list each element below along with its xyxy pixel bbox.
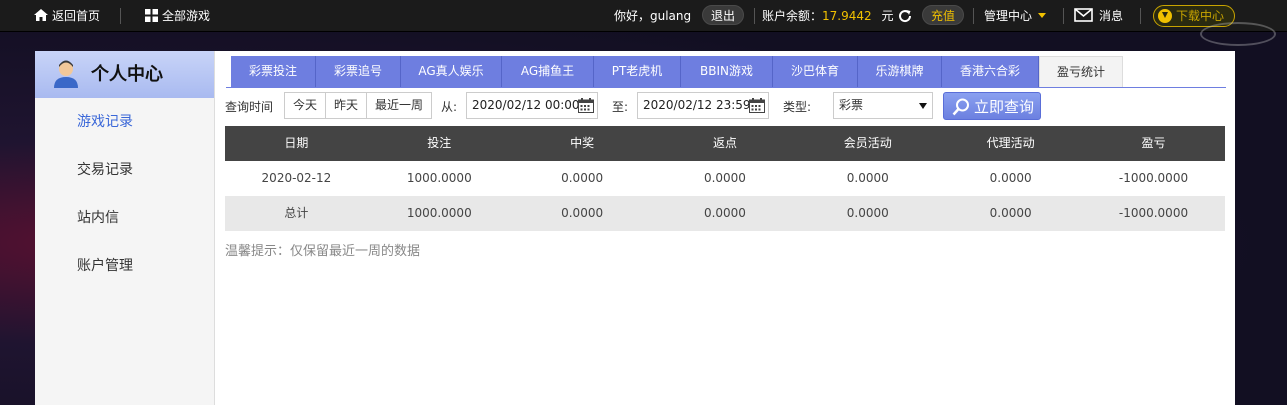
tab-leyou-chess[interactable]: 乐游棋牌 <box>858 56 942 87</box>
cell-agent-activity: 0.0000 <box>989 171 1032 185</box>
search-icon <box>952 98 969 116</box>
all-games-link[interactable]: 全部游戏 <box>145 0 210 32</box>
greeting: 你好，gulang <box>614 9 692 23</box>
calendar-icon[interactable] <box>578 98 594 113</box>
divider <box>120 8 121 24</box>
balance-unit: 元 <box>881 9 894 23</box>
to-date-value: 2020/02/12 23:59 <box>643 98 751 112</box>
total-agent-activity: 0.0000 <box>989 206 1032 220</box>
tab-lottery-bets[interactable]: 彩票投注 <box>231 56 316 87</box>
top-bar: 返回首页 全部游戏 你好，gulang 退出 账户余额：17.9442 元 充值… <box>0 0 1287 32</box>
tab-profit-stats[interactable]: 盈亏统计 <box>1039 56 1123 87</box>
tab-bar: 彩票投注 彩票追号 AG真人娱乐 AG捕鱼王 PT老虎机 BBIN游戏 沙巴体育 乐游棋牌 香港… <box>231 56 1123 87</box>
to-label: 至: <box>612 100 629 114</box>
total-profit: -1000.0000 <box>1118 206 1189 220</box>
header-rebate: 返点 <box>712 136 737 150</box>
download-label: 下载中心 <box>1176 9 1225 23</box>
divider <box>754 8 755 24</box>
home-link[interactable]: 返回首页 <box>34 0 100 32</box>
divider <box>1140 8 1141 24</box>
logout-button[interactable]: 退出 <box>702 5 745 25</box>
watermark-logo <box>1200 22 1276 46</box>
total-label: 总计 <box>284 206 309 220</box>
table-header: 日期 投注 中奖 返点 会员活动 代理活动 盈亏 <box>225 126 1225 161</box>
home-label: 返回首页 <box>52 9 101 23</box>
user-icon <box>54 60 78 88</box>
chevron-down-icon <box>1038 13 1047 18</box>
recharge-button[interactable]: 充值 <box>922 5 965 25</box>
tab-ag-fishing[interactable]: AG捕鱼王 <box>502 56 594 87</box>
sidebar-item-transactions[interactable]: 交易记录 <box>35 146 214 194</box>
query-time-label: 查询时间 <box>225 100 274 114</box>
to-date-input[interactable]: 2020/02/12 23:59 <box>637 92 769 119</box>
data-retention-tip: 温馨提示：仅保留最近一周的数据 <box>225 244 421 259</box>
type-label: 类型: <box>783 100 812 114</box>
sidebar-item-game-records[interactable]: 游戏记录 <box>35 98 214 146</box>
tab-saba-sports[interactable]: 沙巴体育 <box>773 56 858 87</box>
tab-underline <box>226 87 1226 88</box>
calendar-icon[interactable] <box>749 98 765 113</box>
header-bet: 投注 <box>427 136 452 150</box>
tab-lottery-chase[interactable]: 彩票追号 <box>316 56 401 87</box>
header-agent-activity: 代理活动 <box>986 136 1035 150</box>
messages-label: 消息 <box>1099 9 1124 23</box>
sidebar-title: 个人中心 <box>91 64 163 85</box>
refresh-icon <box>899 10 912 23</box>
cell-bet: 1000.0000 <box>406 171 472 185</box>
cell-win: 0.0000 <box>561 171 604 185</box>
from-date-input[interactable]: 2020/02/12 00:00 <box>466 92 598 119</box>
header-member-activity: 会员活动 <box>843 136 892 150</box>
from-date-value: 2020/02/12 00:00 <box>472 98 580 112</box>
grid-icon <box>145 9 158 22</box>
cell-date: 2020-02-12 <box>261 171 332 185</box>
chevron-down-icon <box>919 103 927 109</box>
header-win: 中奖 <box>570 136 595 150</box>
type-select-value: 彩票 <box>839 98 864 112</box>
last-week-button[interactable]: 最近一周 <box>367 93 431 118</box>
total-win: 0.0000 <box>561 206 604 220</box>
filter-bar: 查询时间 今天 昨天 最近一周 从: 2020/02/12 00:00 至: 202… <box>225 92 1225 120</box>
type-select[interactable]: 彩票 <box>833 92 933 119</box>
total-bet: 1000.0000 <box>406 206 472 220</box>
total-member-activity: 0.0000 <box>846 206 889 220</box>
content-area: 彩票投注 彩票追号 AG真人娱乐 AG捕鱼王 PT老虎机 BBIN游戏 沙巴体育 乐游棋牌 香港… <box>216 51 1235 405</box>
total-rebate: 0.0000 <box>703 206 746 220</box>
cell-rebate: 0.0000 <box>703 171 746 185</box>
tab-bbin-games[interactable]: BBIN游戏 <box>681 56 773 87</box>
messages-link[interactable]: 消息 <box>1074 0 1123 32</box>
admin-center-menu[interactable]: 管理中心 <box>984 0 1047 32</box>
divider <box>973 8 974 24</box>
download-icon <box>1158 9 1172 23</box>
balance-label: 账户余额： <box>762 9 823 23</box>
table-row: 2020-02-12 1000.0000 0.0000 0.0000 0.0000 0.0… <box>225 161 1225 196</box>
tab-ag-live[interactable]: AG真人娱乐 <box>401 56 502 87</box>
all-games-label: 全部游戏 <box>162 9 211 23</box>
sidebar: 个人中心 游戏记录 交易记录 站内信 账户管理 <box>35 51 215 405</box>
main-panel: 个人中心 游戏记录 交易记录 站内信 账户管理 彩票投注 彩票追号 AG真人娱乐 AG… <box>35 51 1235 405</box>
home-icon <box>34 9 48 21</box>
sidebar-header: 个人中心 <box>35 51 214 98</box>
from-label: 从: <box>441 100 458 114</box>
query-button[interactable]: 立即查询 <box>943 92 1041 120</box>
sidebar-item-inbox[interactable]: 站内信 <box>35 194 214 242</box>
cell-profit: -1000.0000 <box>1118 171 1189 185</box>
cell-member-activity: 0.0000 <box>846 171 889 185</box>
header-date: 日期 <box>284 136 309 150</box>
mail-icon <box>1074 8 1093 22</box>
sidebar-item-account[interactable]: 账户管理 <box>35 242 214 290</box>
header-profit: 盈亏 <box>1141 136 1166 150</box>
today-button[interactable]: 今天 <box>285 93 327 118</box>
tab-pt-slots[interactable]: PT老虎机 <box>594 56 681 87</box>
refresh-button[interactable] <box>897 0 913 32</box>
query-button-label: 立即查询 <box>974 98 1035 116</box>
admin-center-label: 管理中心 <box>984 9 1033 23</box>
tab-hk-mark-six[interactable]: 香港六合彩 <box>942 56 1039 87</box>
divider <box>1063 8 1064 24</box>
table-total-row: 总计 1000.0000 0.0000 0.0000 0.0000 0.0000 -1000… <box>225 196 1225 231</box>
quick-range-group: 今天 昨天 最近一周 <box>284 92 433 119</box>
yesterday-button[interactable]: 昨天 <box>326 93 368 118</box>
balance-value: 17.9442 <box>822 9 872 23</box>
balance: 账户余额：17.9442 元 <box>762 0 893 32</box>
profit-table: 日期 投注 中奖 返点 会员活动 代理活动 盈亏 2020-02-12 1000.0000 0.… <box>225 126 1225 231</box>
